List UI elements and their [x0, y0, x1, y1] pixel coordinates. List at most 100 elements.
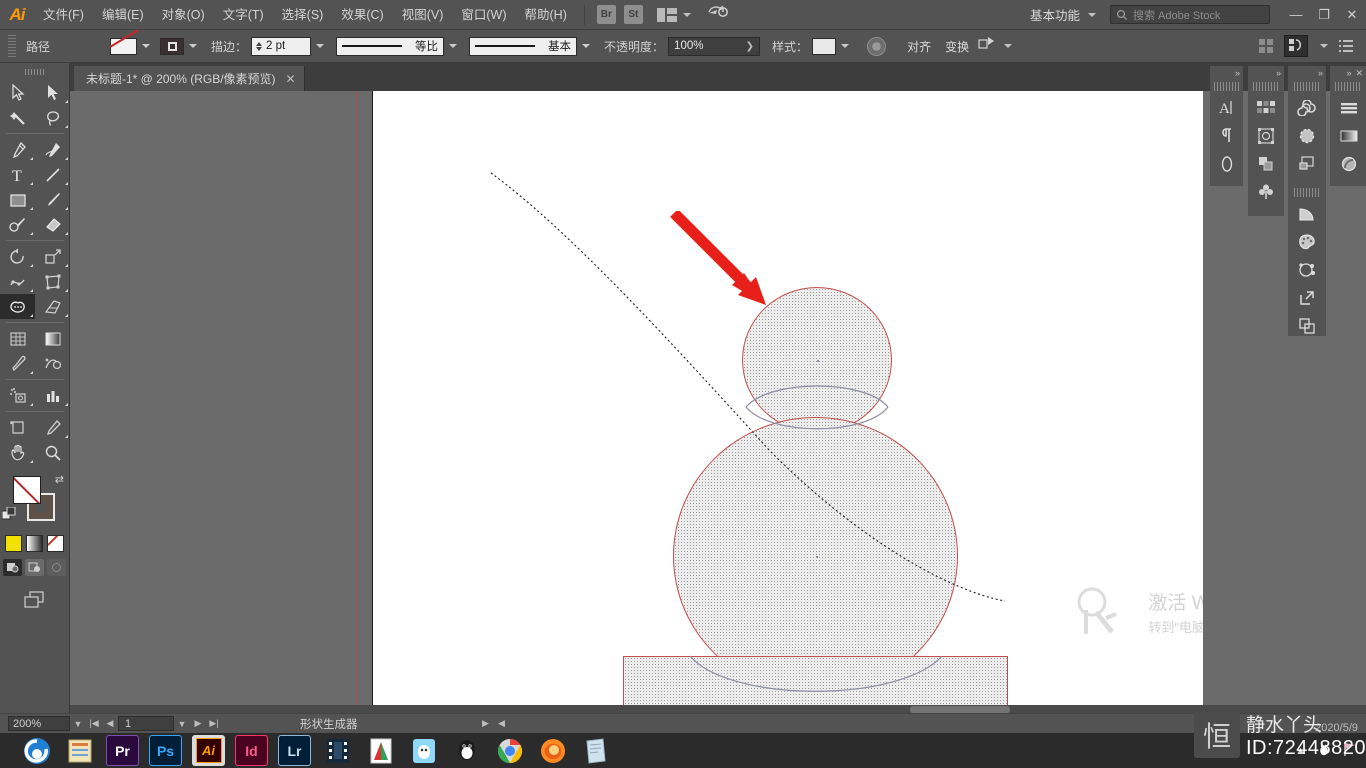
color-guide-icon[interactable] — [1288, 256, 1326, 284]
width-warp-tool[interactable] — [0, 269, 35, 294]
horizontal-scrollbar-thumb[interactable] — [910, 706, 1010, 713]
window-close-button[interactable]: ✕ — [1338, 0, 1366, 30]
graphic-styles-icon[interactable] — [1330, 150, 1366, 178]
artboard-dropdown-icon[interactable]: ▼ — [174, 719, 190, 729]
prev-artboard-button[interactable]: ◀ — [102, 718, 118, 729]
taskbar-premiere[interactable]: Pr — [106, 735, 139, 766]
export-panel-icon[interactable] — [1288, 284, 1326, 312]
dock-e-grip[interactable] — [1294, 188, 1320, 197]
dock-d-grip[interactable] — [1335, 82, 1361, 91]
taskbar-illustrator[interactable]: Ai — [192, 735, 225, 766]
taskbar-chrome[interactable] — [493, 735, 526, 766]
column-graph-tool[interactable] — [35, 383, 70, 408]
mesh-tool[interactable] — [0, 326, 35, 351]
document-setup-icon[interactable] — [1284, 35, 1308, 57]
stock-search-input[interactable]: 搜索 Adobe Stock — [1110, 5, 1270, 24]
brushes-panel-icon[interactable] — [1248, 178, 1284, 206]
brush-dropdown-icon[interactable] — [577, 37, 594, 56]
color-swatch-button[interactable] — [5, 535, 22, 552]
menu-file[interactable]: 文件(F) — [34, 0, 93, 30]
dock-b-collapse-icon[interactable]: » — [1248, 66, 1284, 80]
taskbar-indesign[interactable]: Id — [235, 735, 268, 766]
menu-type[interactable]: 文字(T) — [214, 0, 273, 30]
magic-wand-tool[interactable] — [0, 105, 35, 130]
free-transform-tool[interactable] — [35, 269, 70, 294]
draw-normal-mode-icon[interactable] — [3, 559, 22, 576]
window-restore-button[interactable]: ❐ — [1310, 0, 1338, 30]
direct-selection-tool[interactable] — [35, 80, 70, 105]
taskbar-lightroom[interactable]: Lr — [278, 735, 311, 766]
canvas-area[interactable]: 激活 Windows 转到"电脑设置"以激活 Windows。 — [70, 91, 1366, 713]
curvature-tool[interactable] — [35, 137, 70, 162]
gradient-tool[interactable] — [35, 326, 70, 351]
eraser-tool[interactable] — [35, 212, 70, 237]
stock-icon[interactable]: St — [623, 5, 643, 24]
slice-tool[interactable] — [35, 415, 70, 440]
transform-button[interactable]: 变换 — [938, 38, 976, 55]
grid-view-icon[interactable] — [1254, 35, 1278, 57]
menu-select[interactable]: 选择(S) — [273, 0, 333, 30]
workspace-chevron-down-icon[interactable] — [1088, 12, 1096, 17]
paintbrush-tool[interactable] — [35, 187, 70, 212]
swatches-panel-icon[interactable] — [1248, 94, 1284, 122]
gradient-panel-icon[interactable] — [1330, 122, 1366, 150]
blend-tool[interactable] — [35, 351, 70, 376]
taskbar-video-editor[interactable] — [321, 735, 354, 766]
arrange-objects-icon[interactable] — [976, 36, 998, 56]
status-expand-icon[interactable]: ▶ — [478, 718, 494, 729]
transparency-panel-icon[interactable] — [1288, 150, 1326, 178]
shape-builder-tool[interactable] — [0, 294, 35, 319]
selection-tool[interactable] — [0, 80, 35, 105]
menu-effect[interactable]: 效果(C) — [332, 0, 392, 30]
dock-d-collapse-arrows[interactable]: » — [1346, 68, 1351, 78]
stroke-weight-dropdown-icon[interactable] — [311, 37, 328, 56]
dock-d-close-icon[interactable]: ✕ — [1355, 68, 1362, 79]
shaper-pencil-tool[interactable] — [0, 212, 35, 237]
draw-behind-mode-icon[interactable] — [25, 559, 44, 576]
appearance-panel-icon[interactable] — [1210, 150, 1243, 178]
rectangle-tool[interactable] — [0, 187, 35, 212]
symbol-sprayer-tool[interactable] — [0, 383, 35, 408]
rotate-tool[interactable] — [0, 244, 35, 269]
dock-a-grip[interactable] — [1213, 82, 1240, 91]
menu-help[interactable]: 帮助(H) — [516, 0, 576, 30]
arrange-chevron-down-icon[interactable] — [682, 12, 691, 17]
artboards-panel-icon[interactable] — [1288, 312, 1326, 340]
recolor-artwork-icon[interactable] — [867, 36, 887, 56]
stroke-dropdown-icon[interactable] — [184, 37, 201, 56]
dock-a-collapse-icon[interactable]: » — [1210, 66, 1243, 80]
document-setup-chevron-icon[interactable] — [1320, 44, 1328, 48]
control-bar-grip[interactable] — [8, 35, 16, 57]
status-collapse-icon[interactable]: ◀ — [494, 718, 510, 729]
scale-tool[interactable] — [35, 244, 70, 269]
document-tab[interactable]: 未标题-1* @ 200% (RGB/像素预览) ✕ — [74, 66, 305, 91]
dock-d-collapse-icon[interactable]: » ✕ — [1330, 66, 1366, 80]
graphic-style-swatch[interactable] — [812, 37, 837, 55]
menu-window[interactable]: 窗口(W) — [452, 0, 515, 30]
taskbar-cleaner[interactable] — [407, 735, 440, 766]
fill-dropdown-icon[interactable] — [137, 37, 154, 56]
stroke-profile-dropdown-icon[interactable] — [444, 37, 461, 56]
opacity-input[interactable]: 100% ❯ — [668, 36, 761, 56]
stroke-weight-input[interactable]: 2 pt — [251, 36, 312, 56]
stroke-profile-select[interactable]: 等比 — [336, 36, 445, 56]
dock-c-grip[interactable] — [1294, 82, 1320, 91]
menu-panel-icon[interactable] — [1330, 94, 1366, 122]
fill-swatch-large[interactable] — [13, 476, 41, 504]
last-artboard-button[interactable]: ▶| — [206, 718, 222, 729]
artboard-tool[interactable] — [0, 415, 35, 440]
lasso-tool[interactable] — [35, 105, 70, 130]
layers-panel-icon[interactable] — [1248, 150, 1284, 178]
taskbar-photoshop[interactable]: Ps — [149, 735, 182, 766]
list-view-icon[interactable] — [1334, 35, 1358, 57]
artboard-number-input[interactable]: 1 — [118, 716, 174, 731]
stroke-panel-icon[interactable] — [1288, 122, 1326, 150]
swap-fill-stroke-icon[interactable]: ⇄ — [55, 473, 64, 486]
character-panel-icon[interactable]: A — [1210, 94, 1243, 122]
stroke-color-swatch[interactable] — [160, 37, 185, 55]
pen-tool[interactable] — [0, 137, 35, 162]
menu-view[interactable]: 视图(V) — [393, 0, 453, 30]
circle-body-shape[interactable] — [673, 417, 958, 695]
workspace-switcher[interactable]: 基本功能 — [1028, 5, 1082, 24]
screen-mode-button[interactable] — [0, 590, 69, 610]
